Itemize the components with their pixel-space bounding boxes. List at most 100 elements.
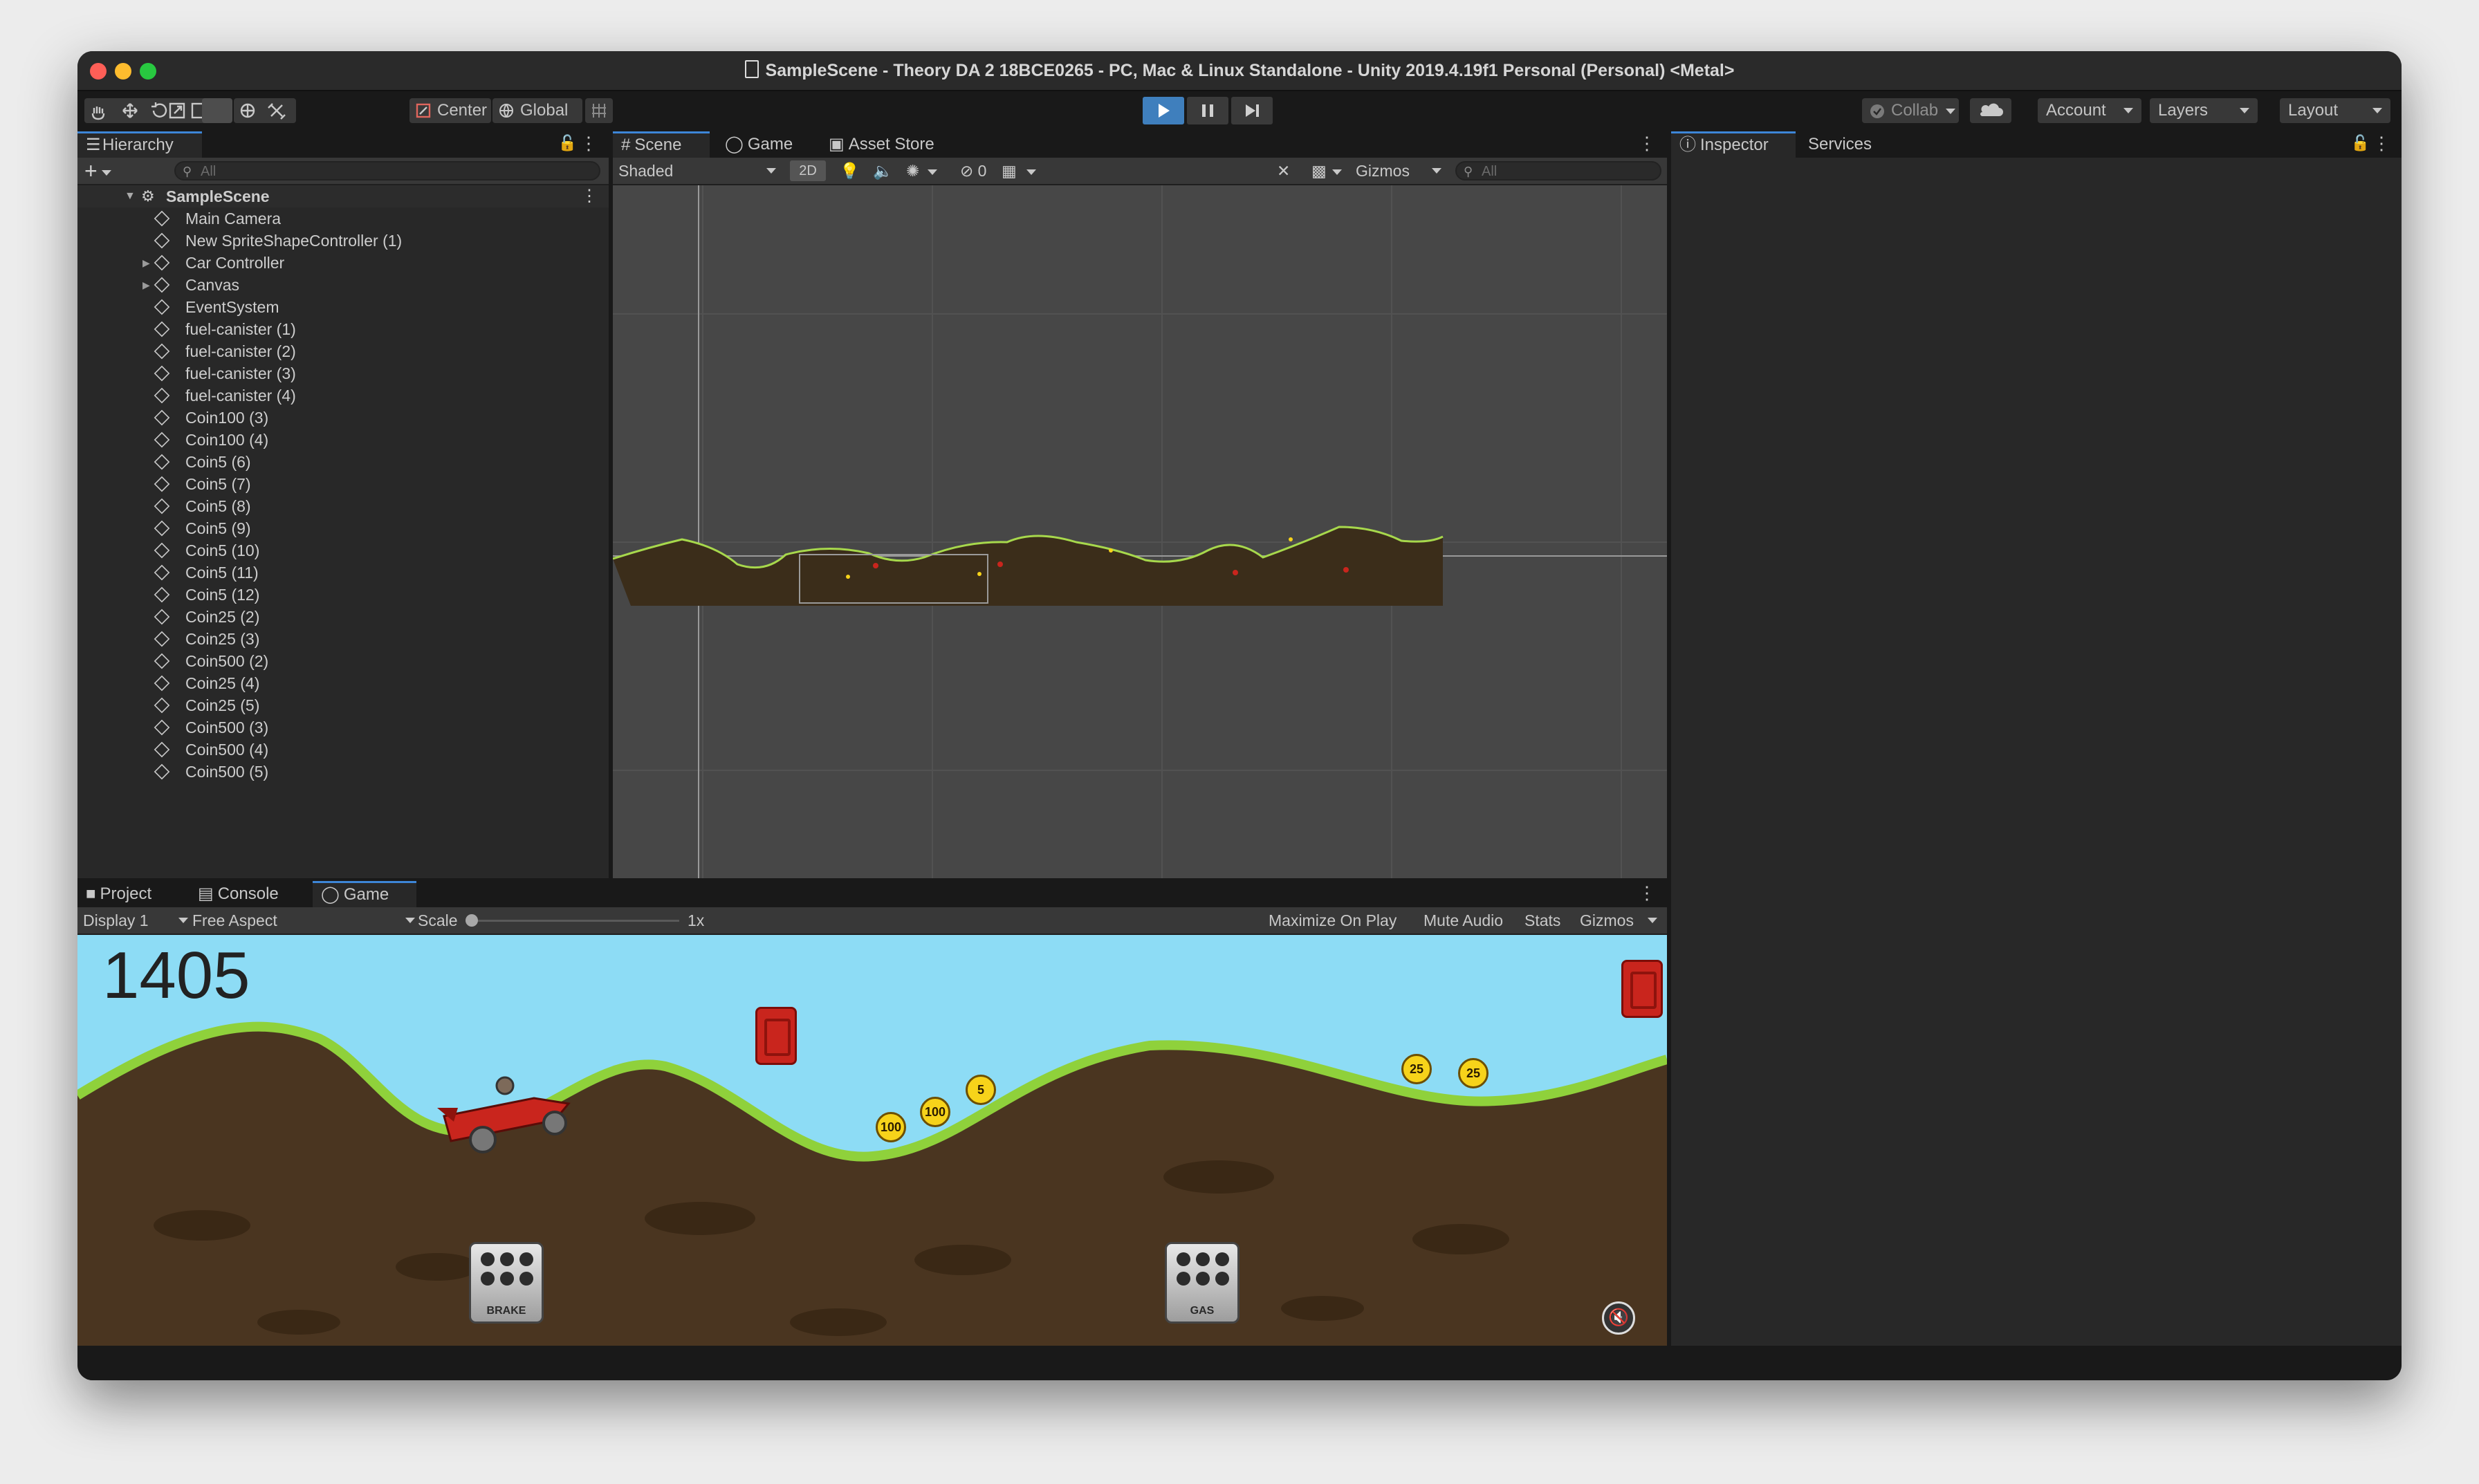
hierarchy-item[interactable]: Coin5 (12) <box>77 584 609 606</box>
hierarchy-item[interactable]: Coin25 (2) <box>77 606 609 628</box>
grid-snap-button[interactable] <box>585 98 613 123</box>
hierarchy-item[interactable]: Coin5 (11) <box>77 562 609 584</box>
hierarchy-item[interactable]: Main Camera <box>77 207 609 230</box>
mute-sound-icon[interactable]: 🔇 <box>1602 1301 1635 1335</box>
scene-toolbar: Shaded 2D 💡 🔈 ✺ ⊘ 0 ▦ ✕ ▩ Gizmos ⚲ All <box>613 158 1667 185</box>
pause-button[interactable] <box>1187 97 1228 124</box>
hierarchy-search-input[interactable]: ⚲ All <box>174 161 600 180</box>
hierarchy-item[interactable]: Coin500 (3) <box>77 716 609 739</box>
hierarchy-item[interactable]: fuel-canister (4) <box>77 384 609 407</box>
account-dropdown[interactable]: Account <box>2038 98 2141 123</box>
hierarchy-item[interactable]: Coin5 (6) <box>77 451 609 473</box>
hierarchy-item[interactable]: Coin25 (5) <box>77 694 609 716</box>
tab-console[interactable]: ▤ Console <box>190 881 293 907</box>
effects-toggle-icon[interactable]: ✺ <box>906 158 938 184</box>
hierarchy-item[interactable]: fuel-canister (2) <box>77 340 609 362</box>
hierarchy-item[interactable]: Coin5 (8) <box>77 495 609 517</box>
tab-project[interactable]: ■ Project <box>77 881 181 907</box>
hierarchy-item-label: Coin100 (3) <box>185 409 269 427</box>
hierarchy-item[interactable]: Coin100 (3) <box>77 407 609 429</box>
hidden-objects-toggle[interactable]: ⊘ 0 <box>960 158 986 184</box>
play-button[interactable] <box>1143 97 1184 124</box>
tab-game[interactable]: ◯ Game <box>717 131 813 158</box>
scene-root-row[interactable]: ▼ ⚙ SampleScene ⋮ <box>77 185 609 207</box>
hierarchy-item[interactable]: Coin100 (4) <box>77 429 609 451</box>
hierarchy-item[interactable]: Coin5 (7) <box>77 473 609 495</box>
inspector-panel: ⓘ Inspector Services 🔓 ⋮ <box>1671 131 2402 1346</box>
add-object-button[interactable]: + <box>84 158 111 184</box>
hierarchy-item[interactable]: Coin5 (10) <box>77 539 609 562</box>
scene-search-input[interactable]: ⚲ All <box>1455 161 1661 180</box>
hierarchy-item[interactable]: EventSystem <box>77 296 609 318</box>
more-options-icon[interactable]: ⋮ <box>2372 133 2390 154</box>
brake-pedal-button[interactable]: BRAKE <box>469 1242 544 1324</box>
more-options-icon[interactable]: ⋮ <box>1638 882 1656 904</box>
hierarchy-item[interactable]: fuel-canister (1) <box>77 318 609 340</box>
gas-pedal-button[interactable]: GAS <box>1165 1242 1240 1324</box>
stats-toggle[interactable]: Stats <box>1524 907 1560 934</box>
more-options-icon[interactable]: ⋮ <box>580 133 598 154</box>
hierarchy-item[interactable]: New SpriteShapeController (1) <box>77 230 609 252</box>
hierarchy-item[interactable]: Coin500 (4) <box>77 739 609 761</box>
tab-inspector[interactable]: ⓘ Inspector <box>1671 131 1796 158</box>
hierarchy-item[interactable]: ▶ Car Controller <box>77 252 609 274</box>
scale-slider-knob[interactable] <box>466 914 478 927</box>
hierarchy-item[interactable]: ▶ Canvas <box>77 274 609 296</box>
chevron-down-icon <box>2240 108 2249 113</box>
hierarchy-item[interactable]: Coin25 (4) <box>77 672 609 694</box>
aspect-dropdown[interactable]: Free Aspect <box>192 907 415 934</box>
display-dropdown[interactable]: Display 1 <box>83 907 188 934</box>
tab-console-label: Console <box>217 884 279 903</box>
gameobject-icon <box>154 564 170 581</box>
draw-mode-dropdown[interactable]: Shaded <box>618 158 780 184</box>
hierarchy-item[interactable]: fuel-canister (3) <box>77 362 609 384</box>
more-options-icon[interactable]: ⋮ <box>581 185 598 207</box>
game-gizmos-dropdown[interactable]: Gizmos <box>1580 907 1663 934</box>
pivot-center-button[interactable]: Center <box>409 98 491 123</box>
hierarchy-item-label: Coin5 (7) <box>185 475 251 493</box>
toggle-2d-button[interactable]: 2D <box>790 160 826 181</box>
tools-icon[interactable]: ✕ <box>1277 158 1290 184</box>
layout-dropdown[interactable]: Layout <box>2280 98 2390 123</box>
lock-icon[interactable]: 🔓 <box>558 134 577 152</box>
chevron-down-icon <box>178 918 188 923</box>
tab-game-bottom[interactable]: ◯ Game <box>313 881 416 907</box>
custom-tool-icon <box>268 103 286 120</box>
tab-asset-store[interactable]: ▣ Asset Store <box>820 131 959 158</box>
more-options-icon[interactable]: ⋮ <box>1638 133 1656 154</box>
chevron-down-icon <box>1945 108 1955 114</box>
scene-viewport[interactable] <box>613 185 1667 878</box>
hierarchy-item-label: Coin5 (10) <box>185 541 260 559</box>
maximize-on-play-toggle[interactable]: Maximize On Play <box>1269 907 1397 934</box>
game-view[interactable]: 1405 100 100 5 25 25 BRAKE GAS 🔇 <box>77 935 1667 1346</box>
scene-gizmos-dropdown[interactable]: Gizmos <box>1356 158 1447 184</box>
audio-toggle-icon[interactable]: 🔈 <box>873 158 893 184</box>
lighting-toggle-icon[interactable]: 💡 <box>840 158 860 184</box>
lock-icon[interactable]: 🔓 <box>2351 134 2370 152</box>
mute-audio-toggle[interactable]: Mute Audio <box>1423 907 1503 934</box>
expand-arrow-icon[interactable]: ▼ <box>125 185 136 207</box>
fuel-canister-icon <box>1621 960 1663 1018</box>
camera-dropdown[interactable]: ▩ <box>1311 158 1342 184</box>
cloud-button[interactable] <box>1970 98 2011 123</box>
tab-scene[interactable]: # Scene <box>613 131 710 158</box>
scale-slider[interactable] <box>466 914 679 927</box>
hierarchy-item[interactable]: Coin5 (9) <box>77 517 609 539</box>
grid-toggle-icon[interactable]: ▦ <box>1002 158 1036 184</box>
tab-services[interactable]: Services <box>1800 131 1890 158</box>
expand-arrow-icon[interactable]: ▶ <box>142 252 150 274</box>
bottom-tabbar: ■ Project ▤ Console ◯ Game ⋮ <box>77 881 1667 907</box>
layers-dropdown[interactable]: Layers <box>2150 98 2258 123</box>
hierarchy-item-label: New SpriteShapeController (1) <box>185 232 403 250</box>
hierarchy-item[interactable]: Coin25 (3) <box>77 628 609 650</box>
transform-tools-2[interactable] <box>234 98 296 123</box>
step-button[interactable] <box>1231 97 1273 124</box>
rect-tool-button[interactable] <box>202 98 232 123</box>
chevron-down-icon <box>928 169 938 175</box>
collab-dropdown[interactable]: Collab <box>1862 98 1959 123</box>
tab-hierarchy[interactable]: ☰ Hierarchy <box>77 131 202 158</box>
expand-arrow-icon[interactable]: ▶ <box>142 274 150 296</box>
hierarchy-item[interactable]: Coin500 (5) <box>77 761 609 783</box>
pivot-global-button[interactable]: Global <box>492 98 582 123</box>
hierarchy-item[interactable]: Coin500 (2) <box>77 650 609 672</box>
